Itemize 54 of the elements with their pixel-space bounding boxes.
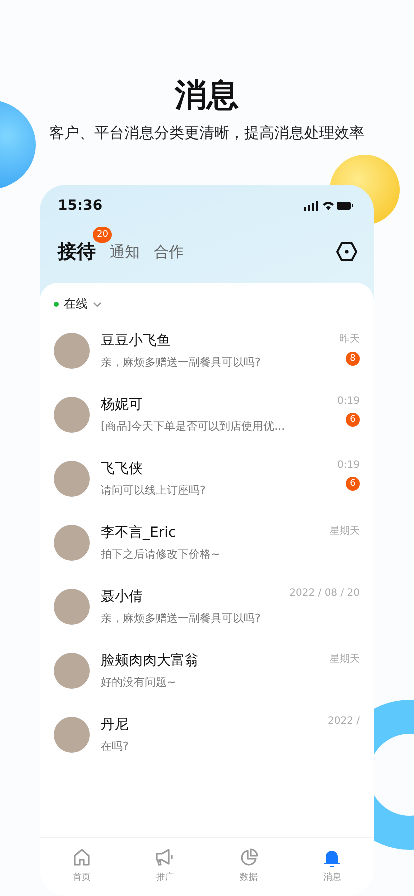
message-time: 星期天 xyxy=(330,652,360,666)
avatar-placeholder xyxy=(54,525,90,561)
conversation-item[interactable]: 飞飞侠 请问可以线上订座吗? 0:19 6 xyxy=(54,447,360,511)
count-badge: 20 xyxy=(93,227,112,243)
unread-badge: 6 xyxy=(346,413,360,427)
message-time: 星期天 xyxy=(330,524,360,538)
message-preview: 好的没有问题~ xyxy=(101,675,178,690)
avatar-placeholder xyxy=(54,717,90,753)
unread-badge: 6 xyxy=(346,477,360,491)
tab[interactable]: 通知 xyxy=(110,242,140,262)
avatar-placeholder xyxy=(54,653,90,689)
avatar-placeholder xyxy=(54,461,90,497)
page-title: 消息 xyxy=(175,76,239,114)
message-time: 2022 / xyxy=(328,716,360,727)
conversation-item[interactable]: 杨妮可 [商品]今天下单是否可以到店使用优... 0:19 6 xyxy=(54,383,360,447)
contact-name: 杨妮可 xyxy=(101,396,144,414)
message-preview: [商品]今天下单是否可以到店使用优... xyxy=(101,419,286,434)
conversation-item[interactable]: 豆豆小飞鱼 亲，麻烦多赠送一副餐具可以吗? 昨天 8 xyxy=(54,319,360,383)
pie-chart-icon xyxy=(238,848,259,868)
conversation-item[interactable]: 脸颊肉肉大富翁 好的没有问题~ 星期天 xyxy=(54,639,360,703)
contact-name: 脸颊肉肉大富翁 xyxy=(101,652,200,670)
contact-name: 聂小倩 xyxy=(101,588,144,606)
settings-icon[interactable] xyxy=(336,242,358,262)
chevron-down-icon[interactable] xyxy=(93,302,102,308)
message-time: 昨天 xyxy=(340,333,360,346)
contact-name: 李不言_Eric xyxy=(101,524,178,542)
megaphone-icon xyxy=(155,848,176,868)
message-preview: 在吗? xyxy=(101,739,130,754)
online-dot xyxy=(54,302,59,307)
message-time: 0:19 xyxy=(338,460,360,471)
unread-badge: 8 xyxy=(346,352,360,366)
message-preview: 亲，麻烦多赠送一副餐具可以吗? xyxy=(101,611,262,626)
message-preview: 亲，麻烦多赠送一副餐具可以吗? xyxy=(101,355,262,370)
message-preview: 请问可以线上订座吗? xyxy=(101,483,207,498)
bell-icon xyxy=(322,848,342,868)
contact-name: 豆豆小飞鱼 xyxy=(101,332,172,350)
avatar-placeholder xyxy=(54,333,90,369)
contact-name: 飞飞侠 xyxy=(101,460,144,478)
page-subtitle: 客户、平台消息分类更清晰，提高消息处理效率 xyxy=(50,124,364,143)
contact-name: 丹尼 xyxy=(101,716,130,734)
tab[interactable]: 接待 xyxy=(58,239,96,265)
status-time: 15:36 xyxy=(58,198,103,214)
tab[interactable]: 合作 xyxy=(154,242,184,262)
conversation-item[interactable]: 李不言_Eric 拍下之后请修改下价格~ 星期天 xyxy=(54,511,360,575)
message-time: 2022 / 08 / 20 xyxy=(290,588,360,599)
message-time: 0:19 xyxy=(338,396,360,407)
status-label[interactable]: 在线 xyxy=(64,296,88,313)
conversation-item[interactable]: 聂小倩 亲，麻烦多赠送一副餐具可以吗? 2022 / 08 / 20 xyxy=(54,575,360,639)
conversation-item[interactable]: 丹尼 在吗? 2022 / xyxy=(54,703,360,767)
message-preview: 拍下之后请修改下价格~ xyxy=(101,547,222,562)
avatar-placeholder xyxy=(54,589,90,625)
avatar-placeholder xyxy=(54,397,90,433)
status-icons xyxy=(304,200,354,212)
home-icon xyxy=(72,848,92,868)
